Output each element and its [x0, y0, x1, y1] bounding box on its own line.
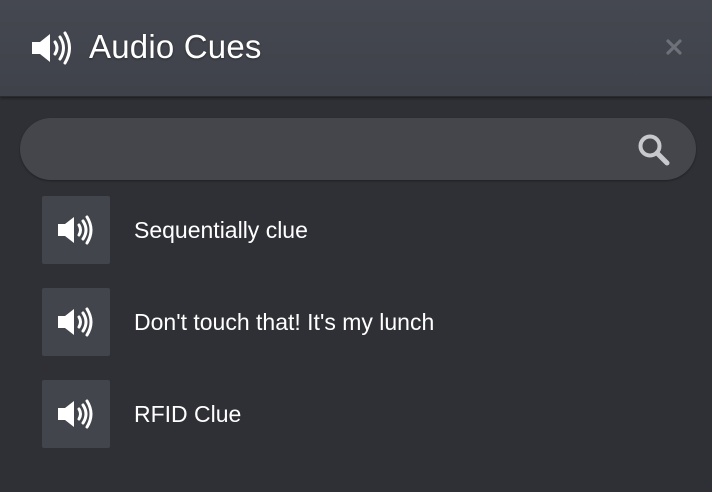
close-button[interactable] — [664, 37, 684, 57]
cue-label: Don't touch that! It's my lunch — [134, 309, 435, 335]
close-icon — [666, 39, 682, 55]
panel-header: Audio Cues — [0, 0, 712, 97]
panel-title: Audio Cues — [89, 28, 262, 65]
play-cue-button[interactable] — [42, 380, 110, 448]
audio-cue-item[interactable]: Don't touch that! It's my lunch — [42, 288, 682, 356]
play-cue-button[interactable] — [42, 288, 110, 356]
search-input[interactable] — [50, 118, 630, 180]
search-bar — [20, 118, 696, 180]
cue-label: RFID Clue — [134, 401, 242, 427]
audio-cues-panel: Audio Cues Sequentially clue Don't touch… — [0, 0, 712, 492]
audio-cue-item[interactable]: Sequentially clue — [42, 196, 682, 264]
play-cue-button[interactable] — [42, 196, 110, 264]
audio-cue-item[interactable]: RFID Clue — [42, 380, 682, 448]
volume-high-icon — [58, 215, 93, 245]
audio-cue-list: Sequentially clue Don't touch that! It's… — [42, 196, 682, 472]
volume-high-icon — [58, 307, 93, 337]
volume-high-icon — [58, 399, 93, 429]
search-icon[interactable] — [637, 133, 671, 167]
cue-label: Sequentially clue — [134, 217, 308, 243]
volume-high-icon — [31, 31, 73, 65]
